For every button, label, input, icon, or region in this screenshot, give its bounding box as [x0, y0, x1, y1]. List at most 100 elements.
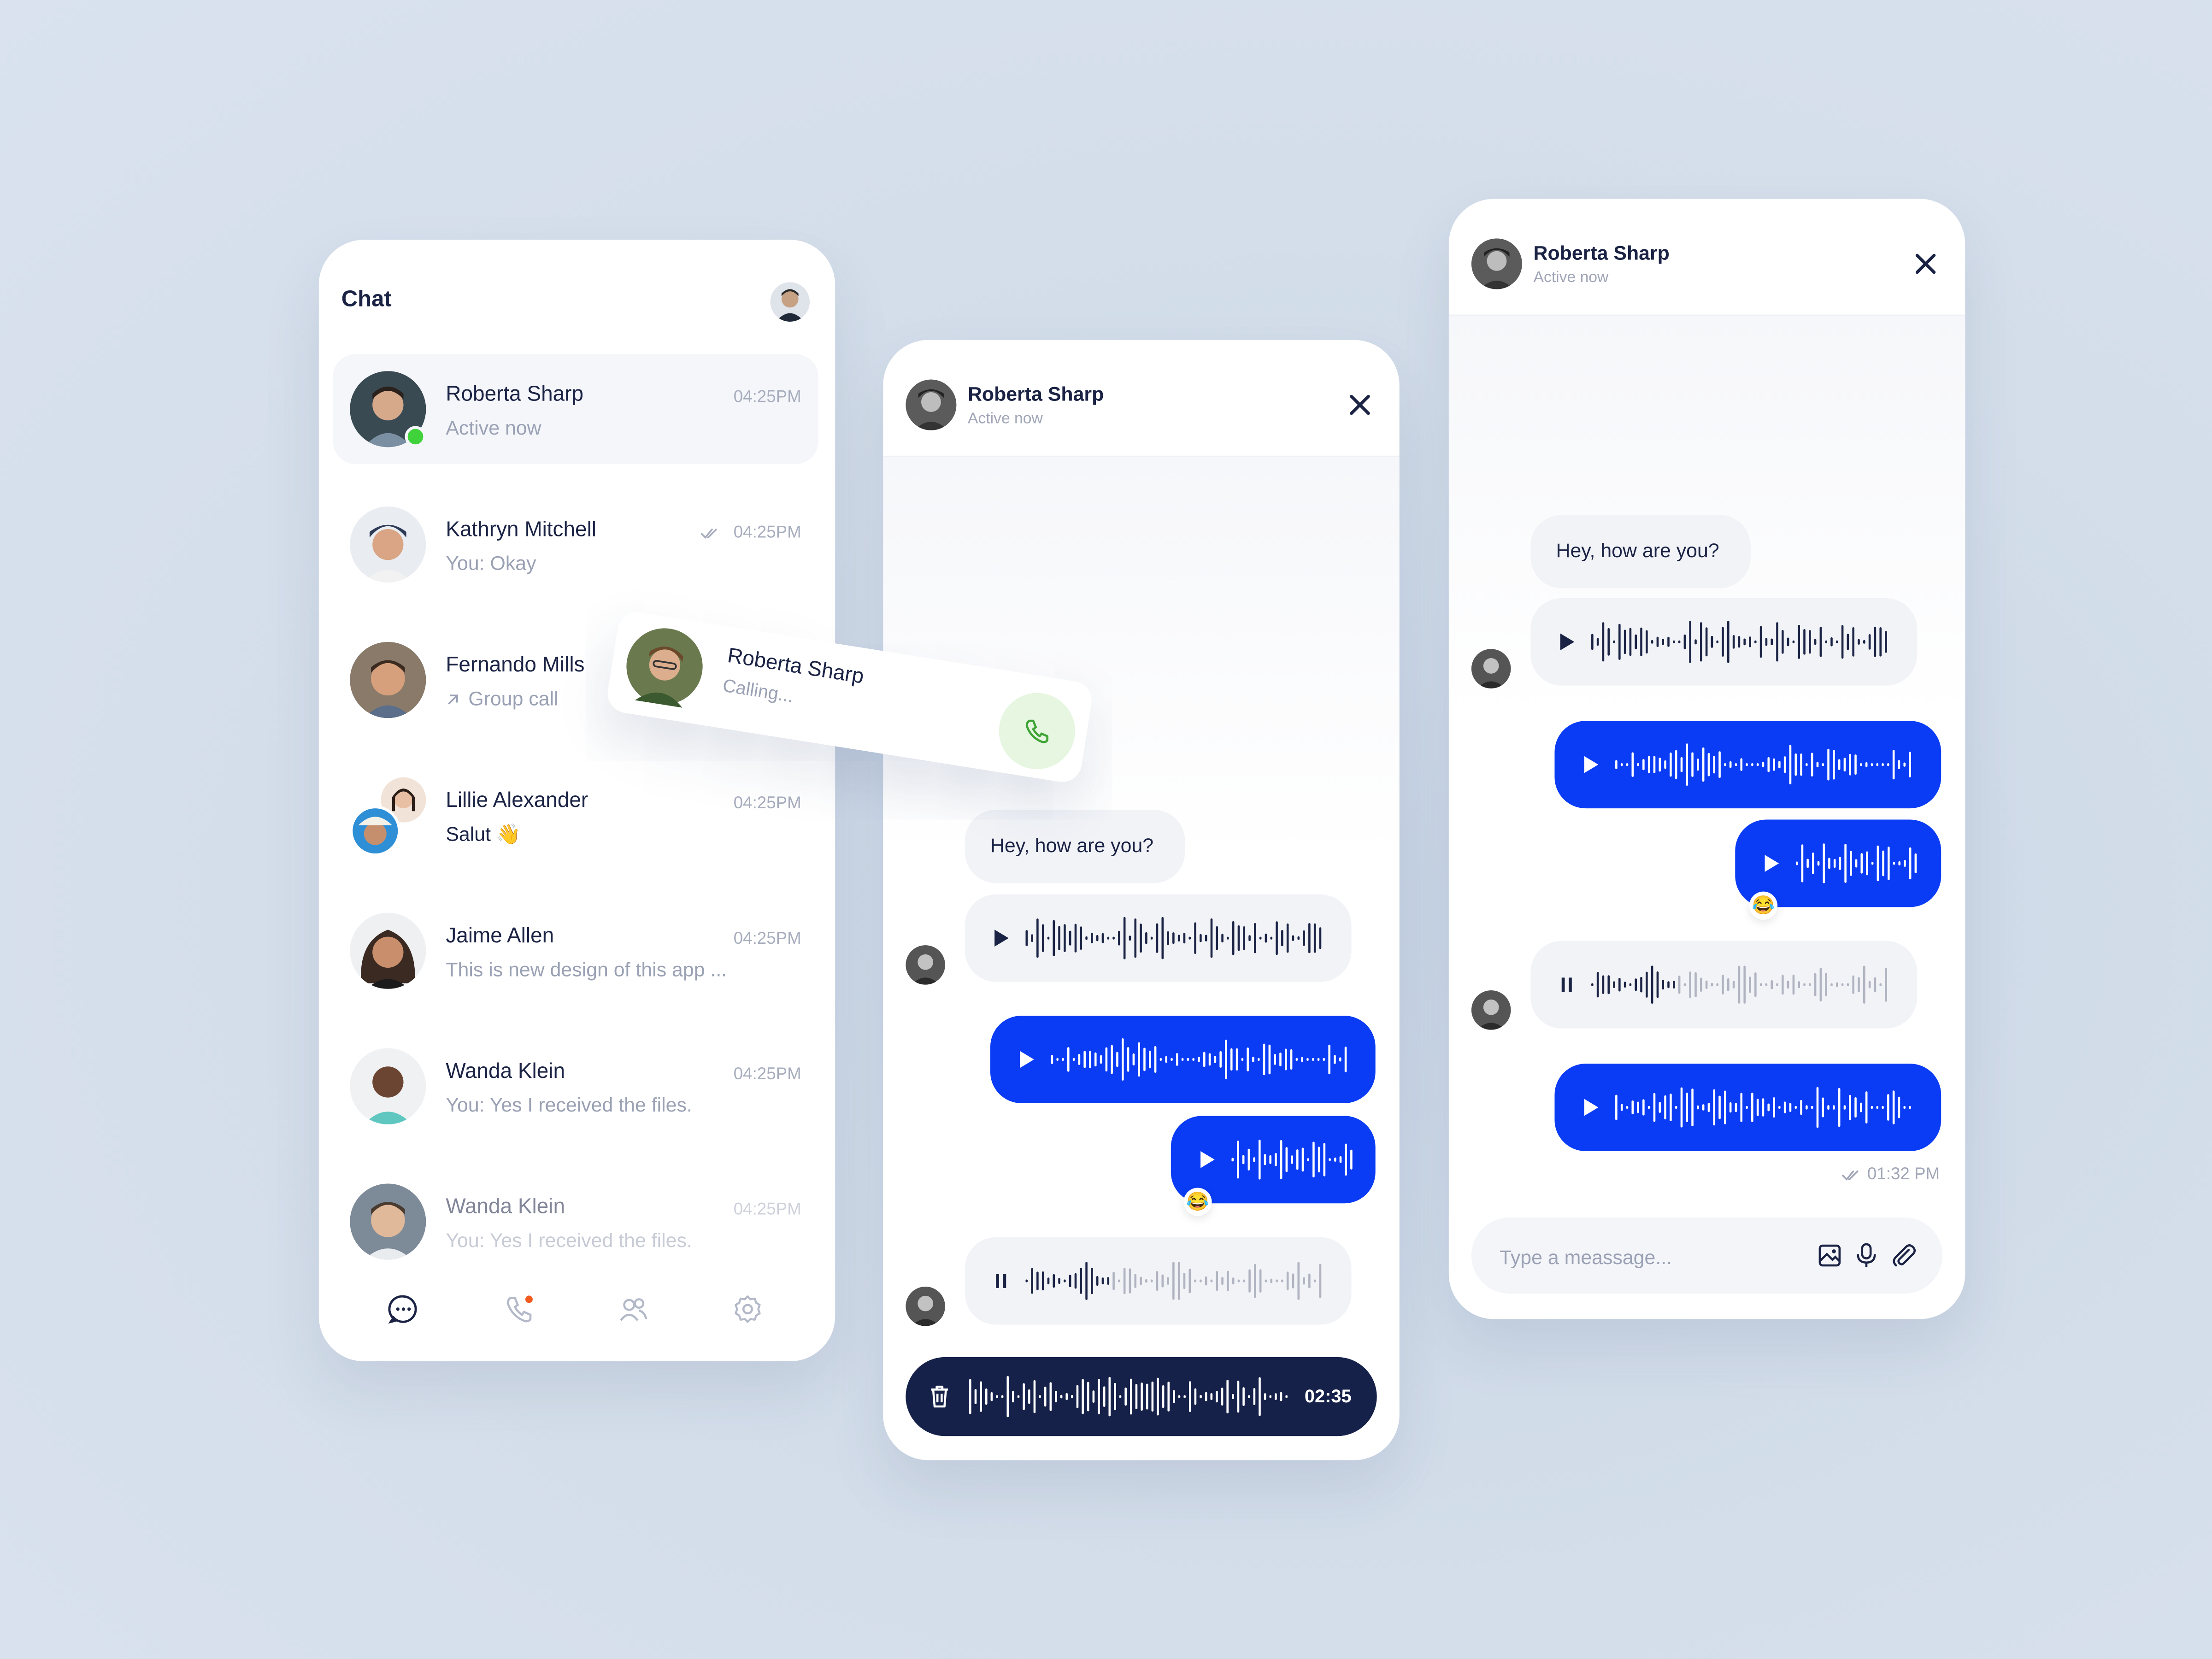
last-message: You: Yes I received the files.: [446, 1093, 692, 1116]
play-icon[interactable]: [1199, 1150, 1216, 1170]
voice-recorder: 02:35: [906, 1357, 1377, 1436]
reaction-emoji: 😂: [1183, 1188, 1212, 1216]
conversation-item[interactable]: Roberta Sharp Active now 04:25PM: [333, 354, 818, 465]
contact-name: Roberta Sharp: [446, 382, 583, 406]
waveform: [1051, 1038, 1347, 1081]
message-bubble-incoming: Hey, how are you?: [1530, 515, 1751, 588]
play-icon[interactable]: [1559, 632, 1576, 652]
phone-icon[interactable]: [494, 1284, 544, 1335]
waveform: [1025, 917, 1322, 959]
play-icon[interactable]: [1018, 1050, 1035, 1070]
chat-list-panel: Chat Roberta Sharp Active now 04:25PM Ka…: [318, 240, 835, 1362]
chat-icon[interactable]: [378, 1284, 429, 1335]
close-icon[interactable]: [1912, 250, 1940, 278]
chat-window-right: Roberta Sharp Active now Hey, how are yo…: [1448, 199, 1965, 1319]
contacts-icon[interactable]: [608, 1284, 659, 1335]
avatar: [1471, 649, 1511, 688]
message-text: Hey, how are you?: [990, 834, 1154, 857]
conversation-item[interactable]: Kathryn Mitchell You: Okay 04:25PM: [333, 489, 818, 600]
reaction-emoji: 😂: [1749, 891, 1778, 920]
page-title: Chat: [341, 288, 392, 312]
voice-message-incoming[interactable]: [1530, 941, 1918, 1029]
last-message: Salut 👋: [446, 822, 521, 845]
avatar: [350, 506, 426, 583]
call-status: Calling...: [721, 674, 795, 707]
last-message: Active now: [446, 416, 541, 439]
avatar: [906, 945, 946, 985]
recording-waveform: [969, 1376, 1288, 1418]
timestamp: 04:25PM: [733, 928, 801, 948]
contact-name: Jaime Allen: [446, 924, 554, 948]
play-icon[interactable]: [1583, 755, 1600, 775]
avatar: [1471, 238, 1523, 289]
my-avatar[interactable]: [770, 282, 810, 322]
pause-icon[interactable]: [993, 1271, 1010, 1291]
voice-message-outgoing[interactable]: [1554, 721, 1941, 809]
recording-time: 02:35: [1304, 1385, 1352, 1407]
message-input[interactable]: [1496, 1240, 1799, 1274]
avatar: [906, 379, 957, 430]
contact-name: Wanda Klein: [446, 1194, 565, 1219]
timestamp: 04:25PM: [733, 522, 801, 542]
timestamp: 04:25PM: [733, 386, 801, 406]
last-message: You: Okay: [446, 551, 536, 574]
waveform: [1231, 1140, 1353, 1180]
read-check-icon: [1841, 1170, 1859, 1181]
contact-name: Roberta Sharp: [967, 382, 1104, 405]
waveform: [1795, 843, 1917, 883]
waveform: [1591, 965, 1887, 1004]
voice-message-incoming[interactable]: [1530, 598, 1918, 686]
voice-message-outgoing[interactable]: [1554, 1064, 1941, 1151]
trash-icon[interactable]: [928, 1384, 951, 1409]
voice-message-incoming[interactable]: [965, 1237, 1352, 1325]
close-icon[interactable]: [1346, 391, 1374, 419]
message-input-box: [1471, 1217, 1943, 1294]
contact-status: Active now: [1533, 269, 1609, 287]
voice-message-outgoing[interactable]: [990, 1016, 1376, 1103]
message-text: Hey, how are you?: [1556, 539, 1719, 562]
contact-status: Active now: [967, 410, 1043, 428]
message-bubble-incoming: Hey, how are you?: [965, 810, 1185, 883]
timestamp: 04:25PM: [733, 1199, 801, 1219]
avatar: [906, 1286, 946, 1326]
last-message: This is new design of this app ...: [446, 958, 727, 981]
timestamp: 04:25PM: [733, 793, 801, 813]
message-timestamp: 01:32 PM: [1867, 1164, 1940, 1184]
settings-icon[interactable]: [722, 1284, 773, 1335]
conversation-item[interactable]: Wanda Klein You: Yes I received the file…: [333, 1031, 818, 1141]
voice-message-incoming[interactable]: [965, 894, 1352, 982]
group-avatar: [350, 777, 426, 857]
contact-name: Fernando Mills: [446, 653, 585, 677]
chat-body: Hey, how are you? 😂: [883, 457, 1400, 1460]
image-icon[interactable]: [1816, 1241, 1844, 1270]
answer-call-button[interactable]: [999, 693, 1076, 770]
attachment-icon[interactable]: [1889, 1241, 1917, 1270]
outgoing-arrow-icon: [448, 694, 458, 705]
read-check-icon: [700, 528, 718, 539]
play-icon[interactable]: [1764, 853, 1781, 873]
waveform: [1615, 1087, 1911, 1128]
avatar: [350, 1048, 426, 1124]
contact-name: Roberta Sharp: [1533, 241, 1670, 264]
phone-icon: [1025, 719, 1049, 743]
avatar: [1471, 990, 1511, 1030]
conversation-item[interactable]: Jaime Allen This is new design of this a…: [333, 896, 818, 1006]
chat-window-middle: Roberta Sharp Active now Hey, how are yo…: [883, 340, 1400, 1460]
avatar: [350, 1183, 426, 1260]
avatar: [350, 641, 426, 718]
conversation-item[interactable]: Lillie Alexander Salut 👋 04:25PM: [333, 760, 818, 871]
avatar: [350, 912, 426, 989]
microphone-icon[interactable]: [1852, 1241, 1880, 1270]
pause-icon[interactable]: [1559, 975, 1576, 994]
contact-name: Kathryn Mitchell: [446, 518, 597, 542]
conversation-item[interactable]: Wanda Klein You: Yes I received the file…: [333, 1167, 818, 1277]
avatar: [626, 628, 703, 708]
chat-header: Roberta Sharp Active now: [1448, 199, 1965, 316]
bottom-nav: [319, 1284, 835, 1335]
waveform: [1591, 620, 1887, 663]
waveform: [1615, 743, 1911, 786]
waveform: [1025, 1262, 1322, 1300]
play-icon[interactable]: [1583, 1098, 1600, 1118]
play-icon[interactable]: [993, 928, 1010, 948]
last-message: Group call: [468, 687, 559, 710]
